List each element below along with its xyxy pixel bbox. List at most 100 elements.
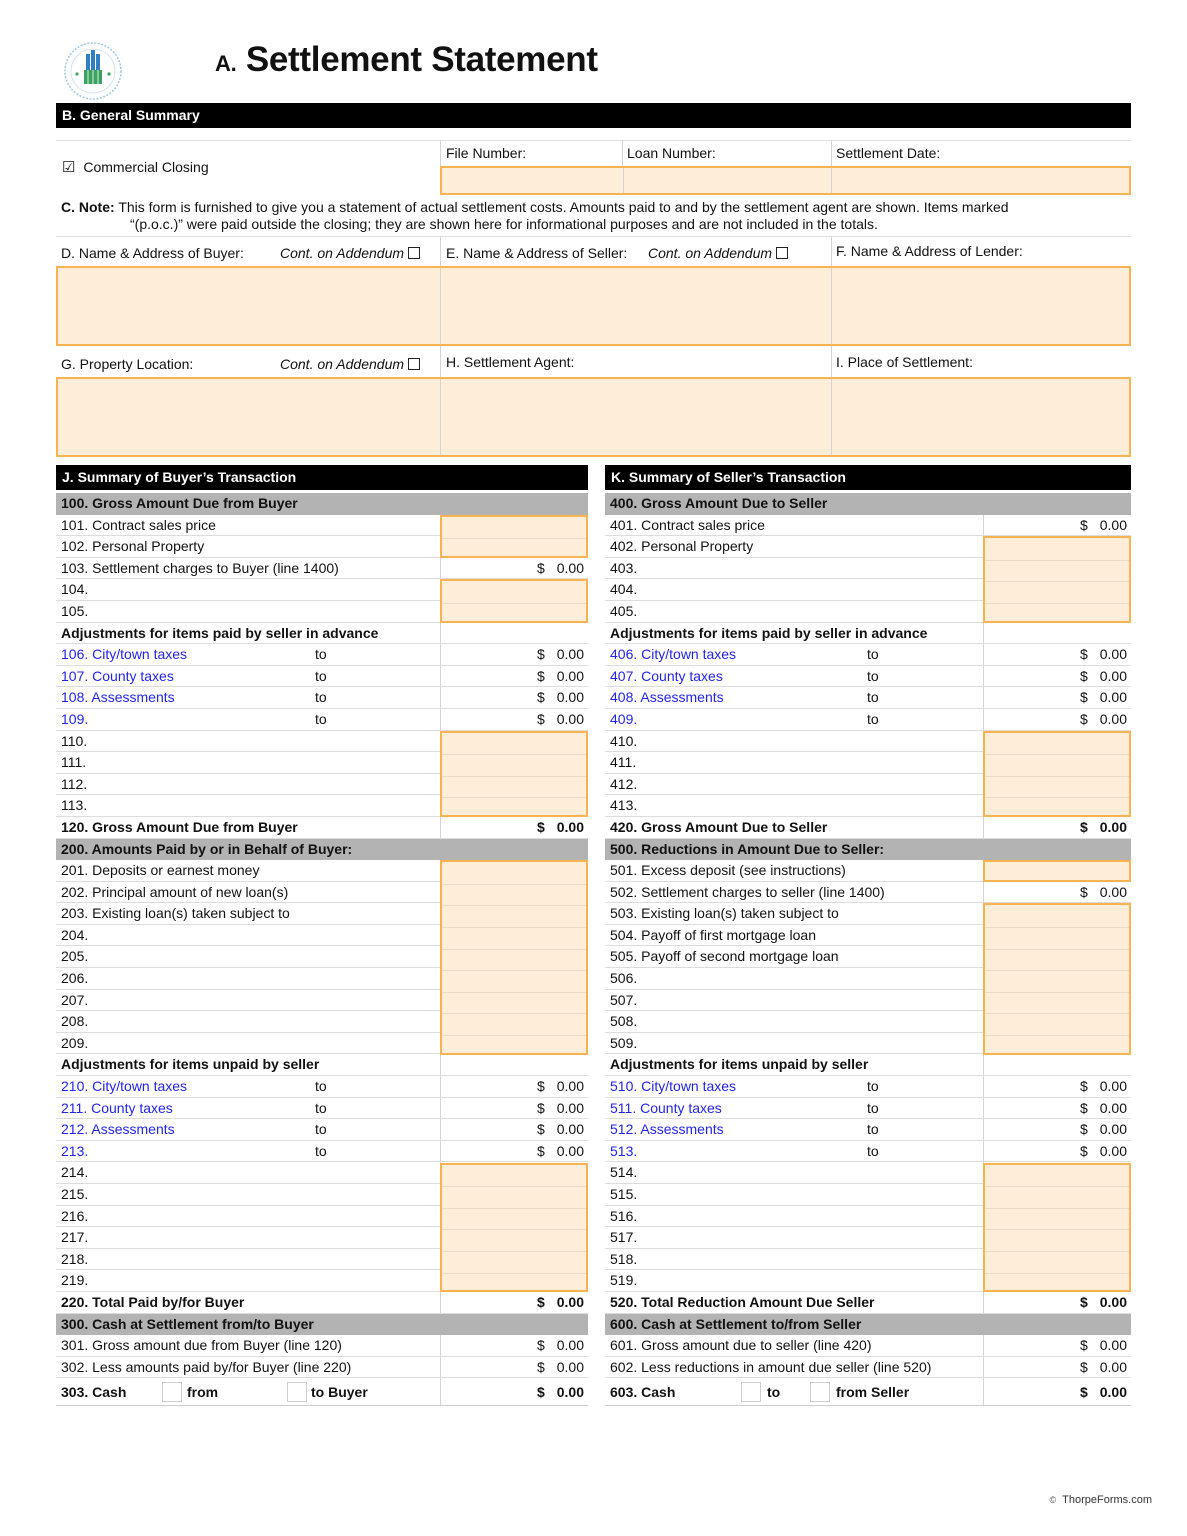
property-location-input[interactable] (58, 379, 440, 455)
amount-input[interactable] (442, 754, 586, 776)
cash-option-1-checkbox[interactable] (162, 1382, 182, 1403)
line-label: 517. (610, 1229, 638, 1246)
line-label: 508. (610, 1013, 638, 1030)
amount-input[interactable] (442, 970, 586, 992)
proration-link[interactable]: 107. County taxes (61, 666, 174, 688)
amount-input[interactable] (985, 1272, 1129, 1295)
proration-link[interactable]: 210. City/town taxes (61, 1076, 187, 1098)
amount-input[interactable] (985, 948, 1129, 971)
cash-option-2-checkbox[interactable] (287, 1382, 307, 1403)
amount-input[interactable] (442, 581, 586, 603)
amount-text: 0.00 (556, 1121, 584, 1138)
amount-input[interactable] (442, 1013, 586, 1035)
amount-input[interactable] (985, 602, 1129, 625)
table-row: 212. Assessments to $0.00 (56, 1119, 588, 1141)
loan-number-input[interactable] (623, 168, 831, 193)
proration-link[interactable]: 108. Assessments (61, 687, 175, 709)
amount-input[interactable] (985, 1165, 1129, 1187)
amount-input[interactable] (985, 1250, 1129, 1273)
divider (56, 236, 1131, 237)
amount-input[interactable] (985, 1013, 1129, 1035)
amount-input[interactable] (442, 1207, 586, 1230)
line-label: 504. Payoff of first mortgage loan (610, 926, 816, 943)
amount-input[interactable] (442, 1229, 586, 1251)
amount-input[interactable] (442, 1186, 586, 1208)
seller-addendum-checkbox[interactable]: Cont. on Addendum (648, 245, 789, 261)
amount-input[interactable] (985, 926, 1129, 949)
buyer-addendum-checkbox[interactable]: Cont. on Addendum (280, 245, 421, 261)
checkbox-icon (408, 247, 421, 259)
currency-symbol: $ (1079, 1142, 1088, 1159)
settlement-date-label: Settlement Date: (836, 145, 941, 161)
amount-input[interactable] (442, 1250, 586, 1273)
amount-input[interactable] (442, 538, 586, 560)
file-number-input[interactable] (442, 168, 623, 193)
table-row: 108. Assessments to $0.00 (56, 687, 588, 709)
cash-option-1-checkbox[interactable] (741, 1382, 761, 1403)
amount-input[interactable] (442, 948, 586, 971)
amount-input[interactable] (985, 797, 1129, 819)
amount-input[interactable] (442, 862, 586, 884)
proration-link[interactable]: 213. (61, 1141, 88, 1163)
amount-input[interactable] (442, 1165, 586, 1187)
amount-text: 0.00 (1099, 667, 1127, 684)
amount-input[interactable] (442, 991, 586, 1014)
amount-input[interactable] (985, 905, 1129, 927)
proration-link[interactable]: 109. (61, 709, 88, 731)
proration-link[interactable]: 408. Assessments (610, 687, 724, 709)
amount-input[interactable] (442, 905, 586, 927)
amount-value: $0.00 (1080, 666, 1127, 688)
amount-input[interactable] (985, 754, 1129, 776)
amount-input[interactable] (442, 602, 586, 625)
amount-input[interactable] (985, 991, 1129, 1014)
commercial-closing-checkbox[interactable]: ☑ Commercial Closing (62, 158, 209, 176)
amount-input[interactable] (442, 1272, 586, 1295)
amount-input[interactable] (985, 1034, 1129, 1057)
proration-link[interactable]: 211. County taxes (61, 1098, 173, 1120)
proration-link[interactable]: 510. City/town taxes (610, 1076, 736, 1098)
amount-input[interactable] (442, 733, 586, 755)
amount-input[interactable] (442, 926, 586, 949)
line-label: 507. (610, 991, 638, 1008)
amount-input[interactable] (985, 775, 1129, 798)
proration-link[interactable]: 406. City/town taxes (610, 644, 736, 666)
proration-link[interactable]: 513. (610, 1141, 637, 1163)
lender-address-input[interactable] (831, 268, 1129, 344)
amount-input[interactable] (985, 581, 1129, 603)
property-addendum-checkbox[interactable]: Cont. on Addendum (280, 356, 421, 372)
line-label: 413. (610, 797, 638, 814)
proration-link[interactable]: 407. County taxes (610, 666, 723, 688)
cash-option-2-checkbox[interactable] (810, 1382, 830, 1403)
proration-link[interactable]: 409. (610, 709, 637, 731)
amount-input[interactable] (442, 797, 586, 819)
to-label: to (315, 1099, 327, 1116)
amount-input[interactable] (442, 883, 586, 906)
settlement-date-input[interactable] (831, 168, 1129, 193)
amount-input[interactable] (985, 970, 1129, 992)
amount-input[interactable] (442, 517, 586, 539)
currency-symbol: $ (536, 1142, 545, 1159)
amount-input[interactable] (985, 733, 1129, 755)
amount-input[interactable] (985, 862, 1129, 884)
proration-link[interactable]: 511. County taxes (610, 1098, 722, 1120)
amount-input[interactable] (985, 1186, 1129, 1208)
checkbox-icon (408, 358, 421, 370)
line-label: 208. (61, 1013, 89, 1030)
amount-input[interactable] (985, 1229, 1129, 1251)
amount-input[interactable] (442, 1034, 586, 1057)
proration-link[interactable]: 512. Assessments (610, 1119, 724, 1141)
proration-link[interactable]: 212. Assessments (61, 1119, 175, 1141)
amount-text: 0.00 (1099, 1099, 1127, 1116)
amount-input[interactable] (442, 775, 586, 798)
proration-link[interactable]: 106. City/town taxes (61, 644, 187, 666)
amount-text: 0.00 (1099, 516, 1127, 533)
buyer-address-input[interactable] (58, 268, 440, 344)
amount-input[interactable] (985, 559, 1129, 582)
place-of-settlement-input[interactable] (831, 379, 1129, 455)
settlement-agent-input[interactable] (440, 379, 831, 455)
to-label: to (315, 667, 327, 684)
amount-input[interactable] (985, 538, 1129, 560)
amount-input[interactable] (985, 1207, 1129, 1230)
footer: © ThorpeForms.com (1050, 1494, 1153, 1506)
seller-address-input[interactable] (440, 268, 831, 344)
